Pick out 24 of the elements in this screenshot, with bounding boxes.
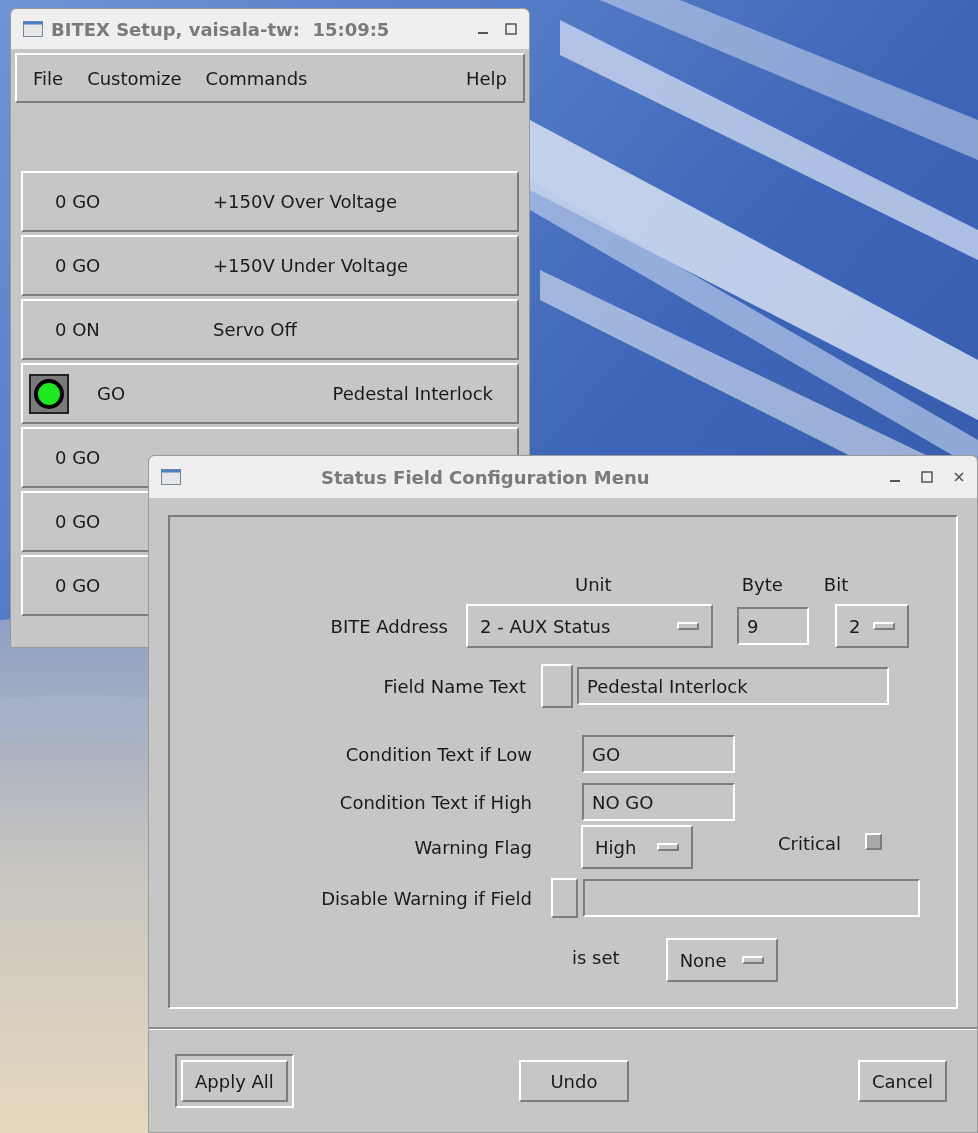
window-title: Status Field Configuration Menu (321, 465, 650, 490)
field-label: Condition Text if High (338, 790, 532, 815)
column-header: Bit (823, 572, 849, 597)
column-header: Byte (741, 572, 783, 597)
status-value: GO (97, 382, 126, 406)
status-label: Servo Off (213, 318, 297, 342)
field-label: Warning Flag (413, 835, 532, 860)
field-label: Critical (778, 831, 841, 856)
field-label: Disable Warning if Field (320, 886, 532, 911)
column-header: Unit (575, 572, 612, 597)
status-label: Pedestal Interlock (332, 382, 493, 406)
field-label: Condition Text if Low (344, 742, 532, 767)
status-value: 0 GO (54, 190, 102, 214)
status-value: 0 GO (54, 574, 102, 598)
window-title: BITEX Setup, vaisala-tw: 15:09:5 (51, 17, 390, 42)
field-label: is set (572, 945, 620, 970)
status-value: 0 GO (54, 510, 102, 534)
status-value: 0 GO (54, 254, 102, 278)
status-label: +150V Over Voltage (213, 190, 397, 214)
status-label: +150V Under Voltage (213, 254, 409, 278)
status-value: 0 ON (54, 318, 101, 342)
field-label: Field Name Text (382, 674, 526, 699)
status-value: 0 GO (54, 446, 102, 470)
field-label: BITE Address (329, 614, 448, 639)
